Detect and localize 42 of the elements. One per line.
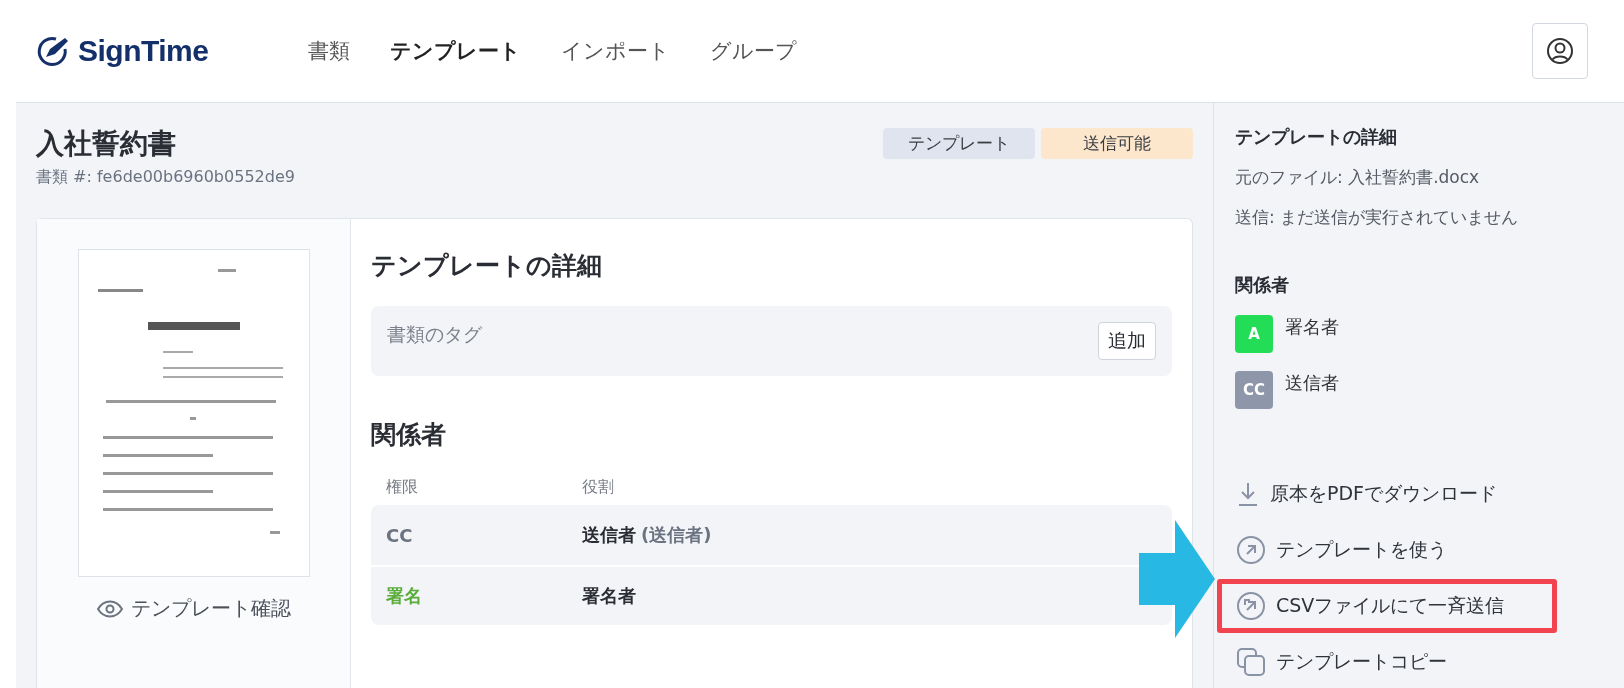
tag-label: 書類のタグ bbox=[387, 322, 482, 347]
arrow-icon bbox=[1139, 520, 1215, 638]
permission-cell-text: 署名 bbox=[386, 584, 423, 608]
download-icon bbox=[1236, 480, 1260, 508]
logo-icon bbox=[36, 35, 70, 67]
nav-tab[interactable]: 書類 bbox=[308, 37, 350, 65]
party-name: 署名者 bbox=[1285, 315, 1339, 339]
role-cell: 送信者 bbox=[582, 524, 636, 545]
sidebar-heading: 関係者 bbox=[1235, 273, 1290, 297]
nav-tab[interactable]: テンプレート bbox=[390, 37, 521, 65]
preview-link[interactable]: テンプレート確認 bbox=[96, 595, 291, 622]
party-name: 送信者 bbox=[1285, 371, 1339, 395]
action-link[interactable]: テンプレートコピー bbox=[1217, 635, 1557, 688]
add-button[interactable]: 追加 bbox=[1098, 322, 1156, 360]
nav-tab[interactable]: グループ bbox=[710, 37, 797, 65]
send-info: 送信: まだ送信が実行されていません bbox=[1235, 206, 1520, 229]
user-icon bbox=[1546, 37, 1574, 65]
column-header: 役割 bbox=[582, 476, 615, 498]
nav-tab[interactable]: インポート bbox=[561, 37, 670, 65]
copy-icon bbox=[1236, 647, 1266, 677]
logo-text: SignTime bbox=[78, 34, 209, 68]
sidebar-heading: テンプレートの詳細 bbox=[1235, 125, 1398, 149]
document-title: 入社誓約書 bbox=[36, 126, 177, 162]
section-heading: テンプレートの詳細 bbox=[371, 250, 603, 282]
party-avatar: CC bbox=[1235, 371, 1273, 409]
action-link[interactable]: テンプレートを使う bbox=[1217, 523, 1557, 577]
user-button[interactable] bbox=[1532, 23, 1588, 79]
status-badge: テンプレート bbox=[883, 128, 1035, 159]
arrow-circle-icon bbox=[1236, 591, 1266, 621]
section-heading: 関係者 bbox=[371, 419, 447, 451]
status-badge: 送信可能 bbox=[1041, 128, 1193, 159]
arrow-circle-icon bbox=[1236, 535, 1266, 565]
eye-icon bbox=[96, 599, 123, 618]
permission-cell-text: CC bbox=[386, 524, 414, 546]
column-header: 権限 bbox=[386, 476, 419, 498]
file-info: 元のファイル: 入社誓約書.docx bbox=[1235, 166, 1481, 189]
role-cell: 署名者 bbox=[582, 585, 636, 606]
document-number: 書類 #: fe6de00b6960b0552de9 bbox=[36, 167, 295, 188]
party-avatar: A bbox=[1235, 315, 1273, 353]
action-link[interactable]: 原本をPDFでダウンロード bbox=[1217, 467, 1557, 521]
role-note: (送信者) bbox=[641, 524, 712, 545]
action-link[interactable]: CSVファイルにて一斉送信 bbox=[1217, 579, 1557, 633]
